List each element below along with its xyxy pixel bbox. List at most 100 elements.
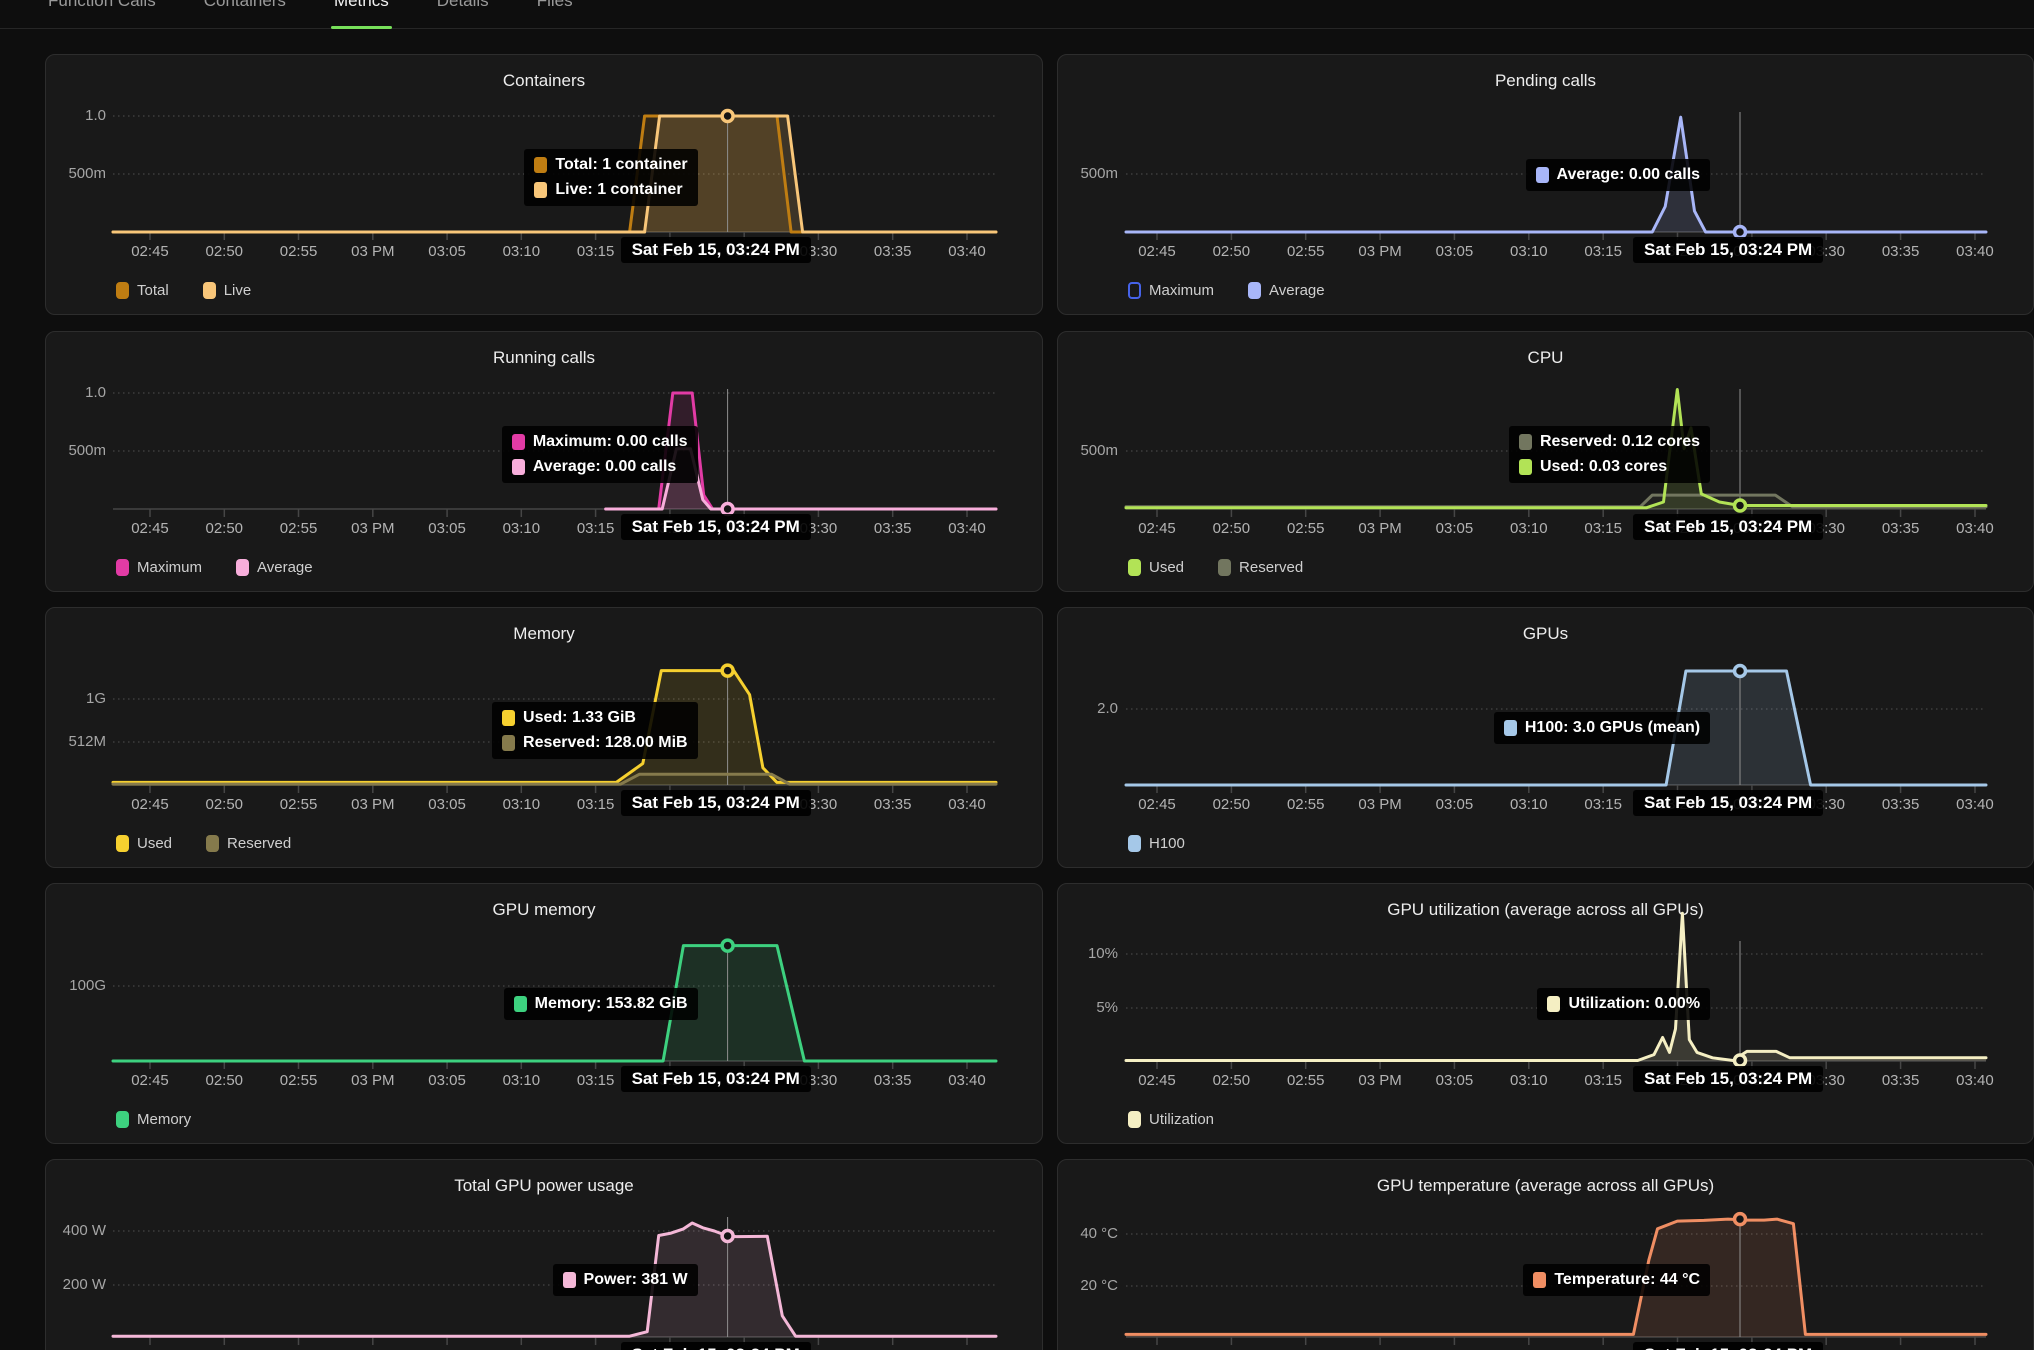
y-axis-label: 500m bbox=[1058, 165, 1118, 183]
x-axis-label: 03:35 bbox=[856, 797, 930, 813]
x-axis-label: 03:35 bbox=[856, 521, 930, 537]
x-axis-label: 03:05 bbox=[1417, 797, 1491, 813]
legend-item-maximum[interactable]: Maximum bbox=[1128, 282, 1214, 299]
tooltip-value: Maximum: 0.00 calls bbox=[533, 433, 688, 451]
tab-files[interactable]: Files bbox=[537, 0, 573, 28]
x-axis-label: 03:40 bbox=[1938, 1073, 2012, 1089]
x-axis-label: 03:40 bbox=[1938, 521, 2012, 537]
tab-label: Containers bbox=[204, 0, 286, 11]
y-axis-label: 100G bbox=[46, 977, 106, 995]
chart-legend: Used Reserved bbox=[116, 835, 291, 852]
x-axis-label: 03 PM bbox=[1343, 797, 1417, 813]
legend-swatch-icon bbox=[116, 1111, 129, 1128]
x-axis-label: 03:35 bbox=[856, 1073, 930, 1089]
y-axis-label: 400 W bbox=[46, 1222, 106, 1240]
hover-tooltip: Temperature: 44 °C bbox=[1523, 1264, 1710, 1296]
x-axis-label: 03 PM bbox=[336, 1073, 410, 1089]
series-swatch-icon bbox=[1519, 459, 1532, 475]
tooltip-row: Utilization: 0.00% bbox=[1547, 995, 1700, 1013]
legend-item-total[interactable]: Total bbox=[116, 282, 169, 299]
series-swatch-icon bbox=[514, 996, 527, 1012]
x-axis-label: 03:40 bbox=[1938, 244, 2012, 260]
legend-label: Utilization bbox=[1149, 1111, 1214, 1128]
tab-details[interactable]: Details bbox=[437, 0, 489, 28]
x-axis-label: 02:50 bbox=[1194, 797, 1268, 813]
x-axis-label: 03 PM bbox=[336, 521, 410, 537]
series-swatch-icon bbox=[1533, 1272, 1546, 1288]
legend-swatch-icon bbox=[206, 835, 219, 852]
legend-item-h100[interactable]: H100 bbox=[1128, 835, 1185, 852]
legend-item-maximum[interactable]: Maximum bbox=[116, 559, 202, 576]
y-axis-label: 500m bbox=[1058, 442, 1118, 460]
date-tooltip: Sat Feb 15, 03:24 PM bbox=[1633, 237, 1823, 263]
legend-swatch-icon bbox=[1128, 835, 1141, 852]
x-axis-label: 03:35 bbox=[1864, 244, 1938, 260]
y-axis-label: 10% bbox=[1058, 945, 1118, 963]
chart-card-containers: Containers1.0500m02:4502:5002:5503 PM03:… bbox=[45, 54, 1043, 315]
legend-item-used[interactable]: Used bbox=[1128, 559, 1184, 576]
series-swatch-icon bbox=[534, 182, 547, 198]
x-axis-label: 02:50 bbox=[1194, 1073, 1268, 1089]
legend-label: Used bbox=[137, 835, 172, 852]
y-axis-label: 200 W bbox=[46, 1276, 106, 1294]
legend-item-average[interactable]: Average bbox=[1248, 282, 1325, 299]
legend-label: Average bbox=[1269, 282, 1325, 299]
series-swatch-icon bbox=[534, 157, 547, 173]
x-axis-label: 03:40 bbox=[1938, 797, 2012, 813]
tab-function-calls[interactable]: Function Calls bbox=[48, 0, 156, 28]
x-axis-label: 03:10 bbox=[1492, 244, 1566, 260]
chart-canvas-gpu-temperature[interactable] bbox=[1058, 1160, 2034, 1350]
x-axis-label: 02:45 bbox=[113, 521, 187, 537]
x-axis-label: 02:55 bbox=[1269, 244, 1343, 260]
x-axis-label: 03:10 bbox=[484, 1073, 558, 1089]
chart-card-gpu-temperature: GPU temperature (average across all GPUs… bbox=[1057, 1159, 2034, 1350]
legend-item-average[interactable]: Average bbox=[236, 559, 313, 576]
hover-tooltip: Maximum: 0.00 calls Average: 0.00 calls bbox=[502, 426, 698, 483]
chart-legend: Utilization bbox=[1128, 1111, 1214, 1128]
x-axis-label: 02:45 bbox=[113, 1073, 187, 1089]
legend-label: Live bbox=[224, 282, 252, 299]
legend-item-reserved[interactable]: Reserved bbox=[1218, 559, 1303, 576]
tooltip-row: Live: 1 container bbox=[534, 181, 687, 199]
series-swatch-icon bbox=[1547, 996, 1560, 1012]
legend-item-used[interactable]: Used bbox=[116, 835, 172, 852]
x-axis-label: 03:10 bbox=[1492, 1073, 1566, 1089]
tooltip-row: Used: 0.03 cores bbox=[1519, 458, 1700, 476]
y-axis-label: 5% bbox=[1058, 999, 1118, 1017]
x-axis-label: 02:45 bbox=[113, 244, 187, 260]
tooltip-value: Used: 0.03 cores bbox=[1540, 458, 1667, 476]
y-axis-label: 512M bbox=[46, 733, 106, 751]
legend-item-live[interactable]: Live bbox=[203, 282, 252, 299]
x-axis-label: 03:35 bbox=[856, 244, 930, 260]
series-swatch-icon bbox=[1504, 720, 1517, 736]
x-axis-label: 03:15 bbox=[1566, 244, 1640, 260]
hover-tooltip: H100: 3.0 GPUs (mean) bbox=[1494, 712, 1710, 744]
y-axis-label: 500m bbox=[46, 165, 106, 183]
date-tooltip: Sat Feb 15, 03:24 PM bbox=[1633, 790, 1823, 816]
legend-swatch-icon bbox=[1128, 282, 1141, 299]
tab-metrics[interactable]: Metrics bbox=[334, 0, 389, 28]
tab-containers[interactable]: Containers bbox=[204, 0, 286, 28]
series-swatch-icon bbox=[512, 459, 525, 475]
legend-swatch-icon bbox=[1128, 1111, 1141, 1128]
legend-item-reserved[interactable]: Reserved bbox=[206, 835, 291, 852]
tooltip-value: Total: 1 container bbox=[555, 156, 687, 174]
tooltip-value: Average: 0.00 calls bbox=[1557, 166, 1701, 184]
date-tooltip: Sat Feb 15, 03:24 PM bbox=[621, 790, 811, 816]
x-axis-label: 03:10 bbox=[484, 797, 558, 813]
chart-card-pending-calls: Pending calls500m02:4502:5002:5503 PM03:… bbox=[1057, 54, 2034, 315]
x-axis-label: 03:40 bbox=[930, 244, 1004, 260]
chart-legend: H100 bbox=[1128, 835, 1185, 852]
tab-bar: Function Calls Containers Metrics Details Fi… bbox=[0, 0, 2034, 29]
series-swatch-icon bbox=[563, 1272, 576, 1288]
x-axis-label: 03:05 bbox=[1417, 521, 1491, 537]
chart-canvas-gpu-power[interactable] bbox=[46, 1160, 1043, 1350]
tooltip-row: Memory: 153.82 GiB bbox=[514, 995, 688, 1013]
legend-label: Maximum bbox=[137, 559, 202, 576]
tooltip-row: Average: 0.00 calls bbox=[512, 458, 688, 476]
x-axis-label: 02:55 bbox=[262, 1073, 336, 1089]
legend-item-utilization[interactable]: Utilization bbox=[1128, 1111, 1214, 1128]
tooltip-value: Reserved: 128.00 MiB bbox=[523, 734, 688, 752]
legend-item-memory[interactable]: Memory bbox=[116, 1111, 191, 1128]
legend-label: H100 bbox=[1149, 835, 1185, 852]
